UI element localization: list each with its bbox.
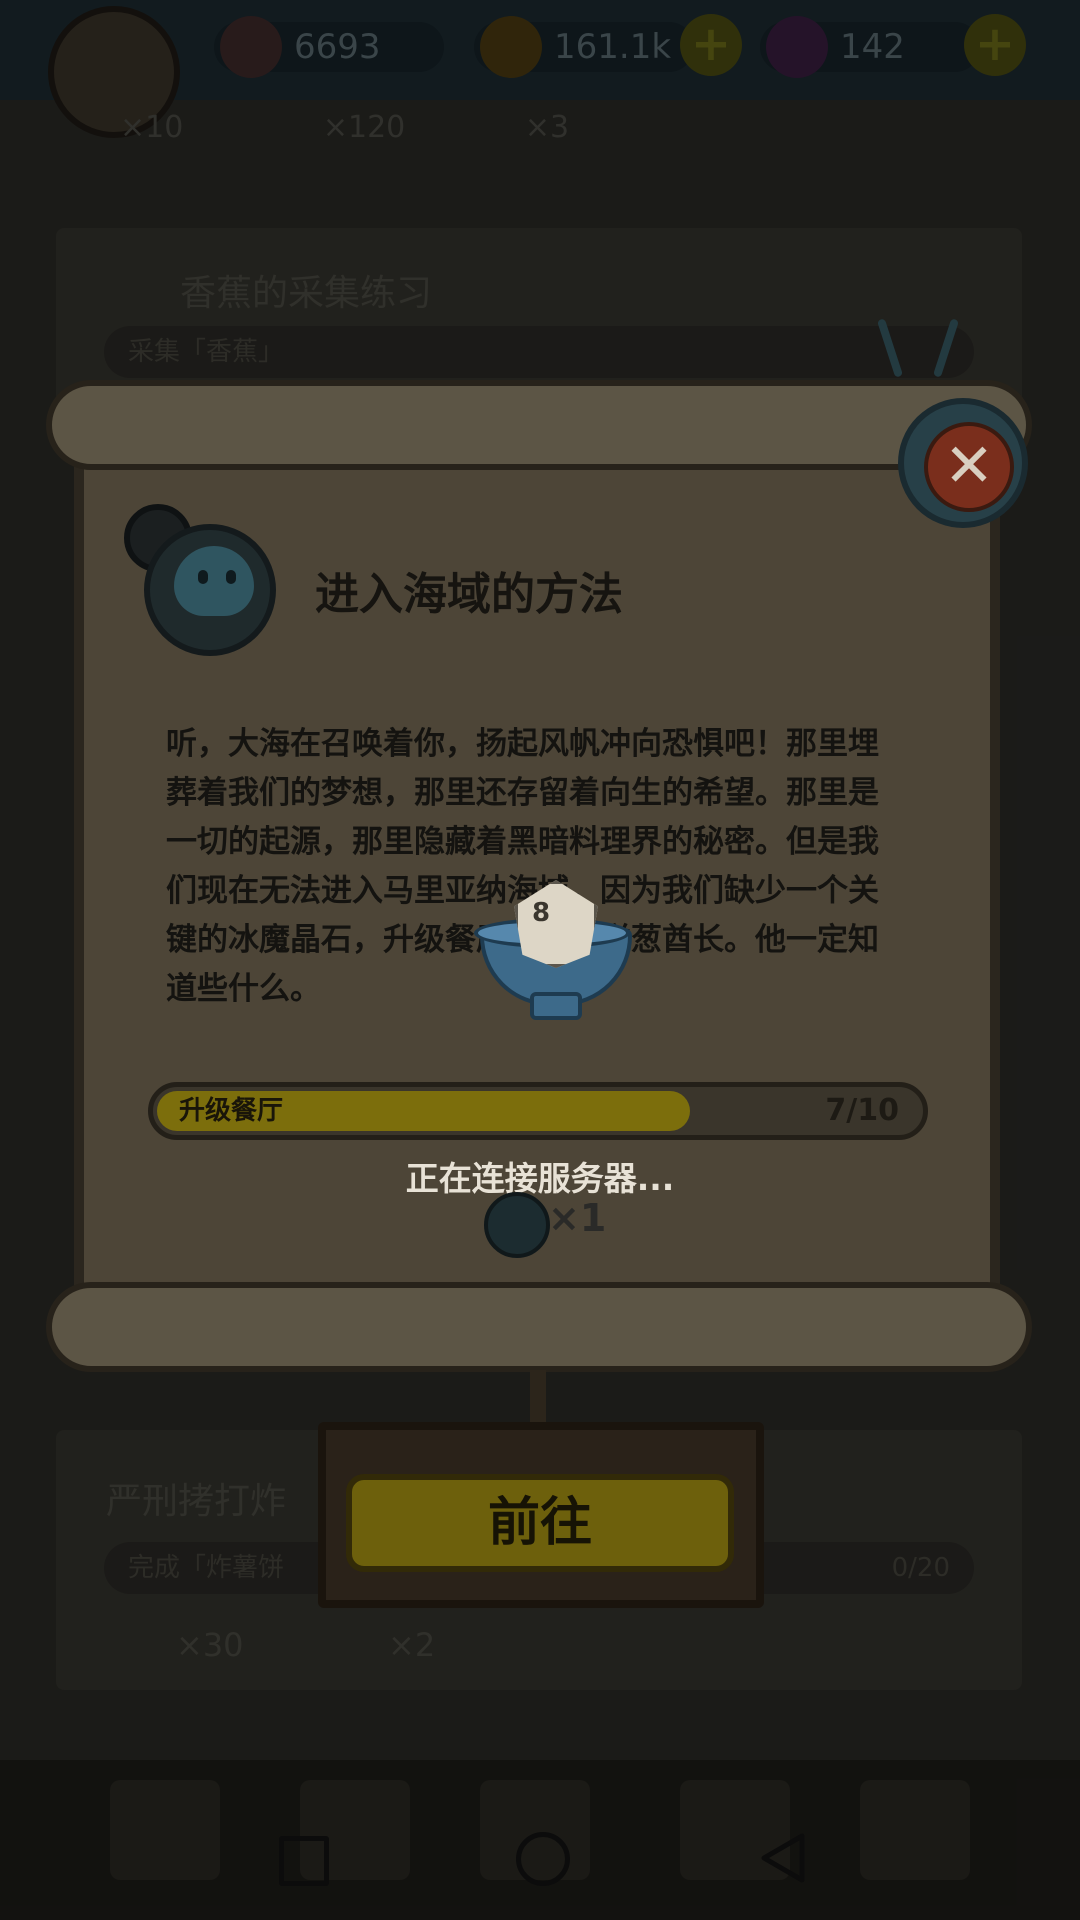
loading-dice-bowl-icon: 8	[474, 880, 632, 1020]
go-button[interactable]: 前往	[346, 1474, 734, 1572]
sign-rope	[530, 1370, 546, 1430]
quest-title: 进入海域的方法	[315, 569, 623, 620]
reward-item-icon	[484, 1192, 550, 1258]
bowl-foot	[530, 992, 582, 1020]
recents-icon[interactable]	[279, 1836, 329, 1886]
objective-label: 升级餐厅	[179, 1096, 284, 1126]
home-icon[interactable]	[516, 1832, 570, 1886]
npc-portrait	[120, 500, 280, 660]
npc-eye	[226, 570, 236, 584]
die-number: 8	[532, 898, 551, 928]
objective-progress-bar: 升级餐厅 7/10	[148, 1082, 928, 1140]
scroll-top-roll	[46, 380, 1032, 470]
objective-progress: 7/10	[825, 1093, 899, 1128]
close-icon: ✕	[924, 422, 1014, 512]
npc-body	[174, 546, 254, 616]
dice-icon	[514, 880, 598, 968]
reward-amount: ×1	[548, 1196, 607, 1240]
npc-eye	[198, 570, 208, 584]
quest-reward: ×1	[484, 1192, 704, 1258]
close-button[interactable]: ✕	[898, 398, 1028, 528]
back-icon[interactable]	[758, 1832, 808, 1884]
scroll-bottom-roll	[46, 1282, 1032, 1372]
